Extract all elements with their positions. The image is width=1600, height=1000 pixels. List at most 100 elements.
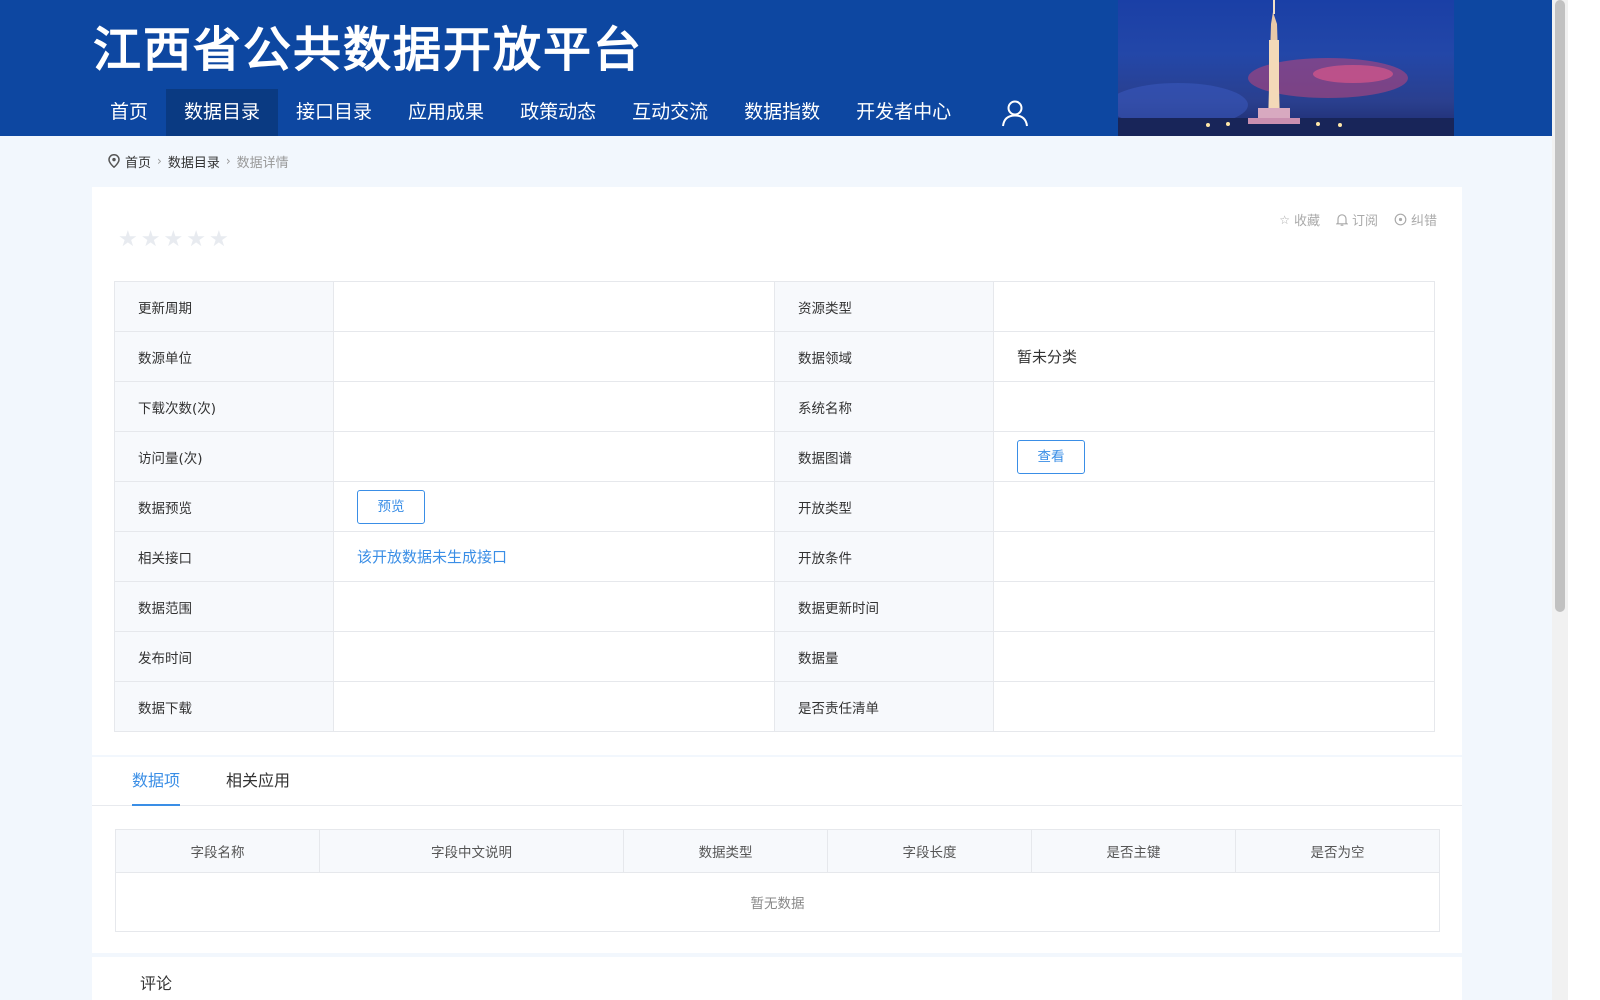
field-value	[333, 681, 775, 732]
field-label: 系统名称	[774, 381, 994, 432]
tab-data-items[interactable]: 数据项	[132, 757, 181, 806]
column-header: 数据类型	[623, 829, 829, 873]
nav-item-data-catalog[interactable]: 数据目录	[166, 89, 279, 136]
star-icon[interactable]: ★	[118, 229, 138, 251]
data-items-table: 字段名称 字段中文说明 数据类型 字段长度 是否主键 是否为空 暂无数据	[115, 829, 1441, 932]
column-header: 是否主键	[1031, 829, 1236, 873]
nav-item-applications[interactable]: 应用成果	[390, 89, 502, 136]
table-header-row: 字段名称 字段中文说明 数据类型 字段长度 是否主键 是否为空	[115, 829, 1441, 873]
breadcrumb-home[interactable]: 首页	[125, 152, 151, 171]
breadcrumb: 首页 › 数据目录 › 数据详情	[108, 150, 289, 172]
dataset-tabs-card: 数据项 相关应用 字段名称 字段中文说明 数据类型 字段长度 是否主键 是否为空…	[92, 757, 1462, 953]
location-pin-icon	[108, 154, 120, 168]
nav-item-data-index[interactable]: 数据指数	[726, 89, 838, 136]
subscribe-button[interactable]: 订阅	[1335, 210, 1378, 229]
field-value	[993, 681, 1435, 732]
report-error-button[interactable]: 纠错	[1394, 210, 1437, 229]
table-row: 更新周期 资源类型	[114, 281, 1435, 332]
field-value	[333, 331, 775, 382]
field-value	[333, 581, 775, 632]
table-row: 相关接口 该开放数据未生成接口 开放条件	[114, 531, 1435, 582]
column-header: 是否为空	[1234, 829, 1441, 873]
dataset-info-table: 更新周期 资源类型 数源单位 数据领域 暂未分类 下载次数(次) 系统名称 访问…	[114, 281, 1435, 732]
star-icon[interactable]: ★	[163, 229, 183, 251]
field-value: 查看	[993, 431, 1435, 482]
table-row: 数据预览 预览 开放类型	[114, 481, 1435, 532]
field-value: 暂未分类	[993, 331, 1435, 382]
table-row: 发布时间 数据量	[114, 631, 1435, 682]
table-row: 数据下载 是否责任清单	[114, 681, 1435, 732]
star-outline-icon: ☆	[1279, 212, 1290, 227]
field-value	[993, 281, 1435, 332]
field-label: 更新周期	[114, 281, 334, 332]
table-row: 访问量(次) 数据图谱 查看	[114, 431, 1435, 482]
report-icon	[1394, 213, 1407, 226]
field-label: 数据领域	[774, 331, 994, 382]
subscribe-label: 订阅	[1351, 214, 1378, 229]
view-graph-button[interactable]: 查看	[1017, 439, 1085, 474]
nav-item-home[interactable]: 首页	[92, 89, 166, 136]
comments-card: 评论	[92, 957, 1462, 1000]
field-label: 数据下载	[114, 681, 334, 732]
field-value	[333, 431, 775, 482]
star-icon[interactable]: ★	[141, 229, 161, 251]
tab-bar: 数据项 相关应用	[92, 757, 1462, 806]
table-row: 下载次数(次) 系统名称	[114, 381, 1435, 432]
table-row: 数源单位 数据领域 暂未分类	[114, 331, 1435, 382]
field-value	[333, 381, 775, 432]
field-value	[993, 631, 1435, 682]
rating-stars[interactable]: ★ ★ ★ ★ ★	[118, 229, 232, 251]
chevron-right-icon: ›	[157, 154, 162, 168]
data-domain-value: 暂未分类	[1017, 348, 1078, 366]
star-icon[interactable]: ★	[186, 229, 206, 251]
nav-item-api-catalog[interactable]: 接口目录	[278, 89, 390, 136]
related-api-link[interactable]: 该开放数据未生成接口	[357, 548, 507, 566]
user-icon[interactable]	[1000, 98, 1030, 128]
nav-item-developer-center[interactable]: 开发者中心	[838, 89, 969, 136]
nav-item-interaction[interactable]: 互动交流	[614, 89, 726, 136]
scrollbar-thumb[interactable]	[1555, 0, 1565, 612]
field-label: 数据量	[774, 631, 994, 682]
table-row: 数据范围 数据更新时间	[114, 581, 1435, 632]
column-header: 字段中文说明	[318, 829, 625, 873]
field-label: 数据图谱	[774, 431, 994, 482]
field-value	[993, 481, 1435, 532]
column-header: 字段名称	[115, 829, 320, 873]
breadcrumb-data-catalog[interactable]: 数据目录	[168, 152, 220, 171]
header-banner-image	[1118, 0, 1454, 136]
empty-state-text: 暂无数据	[115, 872, 1440, 932]
report-error-label: 纠错	[1410, 214, 1437, 229]
favorite-button[interactable]: ☆ 收藏	[1279, 210, 1320, 230]
star-icon[interactable]: ★	[209, 229, 229, 251]
dataset-actions: ☆ 收藏 订阅 纠错	[1263, 210, 1437, 230]
field-value	[993, 381, 1435, 432]
field-value: 该开放数据未生成接口	[333, 531, 775, 582]
field-label: 数据范围	[114, 581, 334, 632]
chevron-right-icon: ›	[225, 154, 231, 168]
field-value	[993, 581, 1435, 632]
nav-item-policy-news[interactable]: 政策动态	[502, 89, 614, 136]
field-value: 预览	[333, 481, 775, 532]
field-label: 访问量(次)	[114, 431, 334, 482]
tab-related-apps[interactable]: 相关应用	[226, 757, 290, 806]
field-label: 开放条件	[774, 531, 994, 582]
site-title[interactable]: 江西省公共数据开放平台	[93, 10, 643, 80]
favorite-label: 收藏	[1293, 214, 1320, 229]
field-label: 开放类型	[774, 481, 994, 532]
field-label: 下载次数(次)	[114, 381, 334, 432]
page-scrollbar[interactable]	[1552, 0, 1568, 1000]
site-header: 江西省公共数据开放平台 首页 数据目录 接口目录 应用成果 政策动态 互动交流 …	[0, 0, 1552, 136]
bell-icon	[1335, 214, 1348, 226]
field-label: 发布时间	[114, 631, 334, 682]
field-label: 资源类型	[774, 281, 994, 332]
field-label: 相关接口	[114, 531, 334, 582]
field-value	[333, 281, 775, 332]
field-label: 是否责任清单	[774, 681, 994, 732]
field-value	[333, 631, 775, 682]
field-label: 数据预览	[114, 481, 334, 532]
column-header: 字段长度	[827, 829, 1033, 873]
field-label: 数据更新时间	[774, 581, 994, 632]
field-value	[993, 531, 1435, 582]
main-nav: 首页 数据目录 接口目录 应用成果 政策动态 互动交流 数据指数 开发者中心	[92, 89, 969, 136]
preview-button[interactable]: 预览	[357, 489, 425, 524]
